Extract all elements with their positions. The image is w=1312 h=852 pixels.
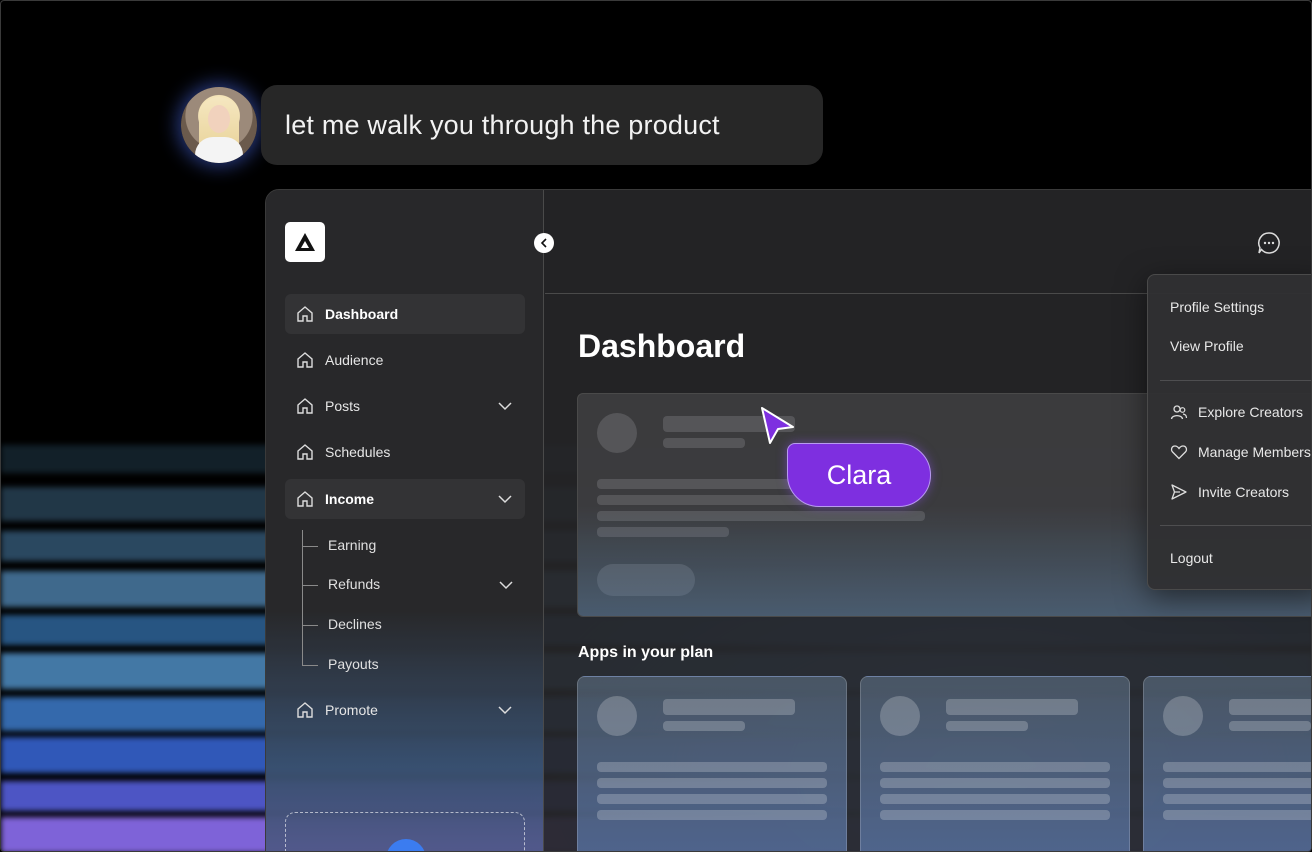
sidebar-subitem-declines[interactable]: Declines [328, 616, 382, 632]
chevron-down-icon[interactable] [497, 398, 513, 414]
menu-item-logout[interactable]: Logout [1170, 550, 1213, 566]
chevron-down-icon[interactable] [497, 702, 513, 718]
home-icon [295, 396, 315, 416]
sidebar-item-label: Income [325, 491, 375, 507]
income-tree-line [302, 530, 322, 666]
profile-menu: Profile Settings View Profile Explore Cr… [1147, 274, 1311, 590]
sidebar-item-promote[interactable]: Promote [285, 690, 525, 730]
speech-bubble: let me walk you through the product [261, 85, 823, 165]
presenter-avatar [181, 87, 257, 163]
menu-divider [1160, 525, 1311, 526]
app-card[interactable] [860, 676, 1130, 851]
users-icon [1170, 403, 1188, 421]
sidebar-subitem-refunds[interactable]: Refunds [328, 576, 380, 592]
sidebar-item-schedules[interactable]: Schedules [285, 432, 525, 472]
menu-divider [1160, 380, 1311, 381]
sidebar-item-dashboard[interactable]: Dashboard [285, 294, 525, 334]
menu-item-profile-settings[interactable]: Profile Settings [1170, 299, 1264, 315]
menu-item-view-profile[interactable]: View Profile [1170, 338, 1244, 354]
sidebar-subitem-earning[interactable]: Earning [328, 537, 376, 553]
send-icon [1170, 483, 1188, 501]
home-icon [295, 350, 315, 370]
sidebar-item-label: Schedules [325, 444, 391, 460]
page-title: Dashboard [578, 328, 746, 364]
sidebar-item-label: Posts [325, 398, 361, 414]
cursor-name-tag: Clara [787, 443, 931, 507]
app-card[interactable] [1143, 676, 1311, 851]
sidebar-item-label: Promote [325, 702, 378, 718]
menu-item-explore-creators[interactable]: Explore Creators [1170, 403, 1303, 421]
heart-icon [1170, 443, 1188, 461]
chat-bubble-icon[interactable] [1256, 230, 1282, 256]
sidebar-item-label: Audience [325, 352, 384, 368]
upload-dropzone[interactable] [285, 812, 525, 851]
chevron-left-icon[interactable] [534, 233, 554, 253]
chevron-down-icon[interactable] [498, 577, 514, 593]
sidebar: Dashboard Audience Posts Schedules Incom… [266, 190, 544, 851]
menu-item-manage-members[interactable]: Manage Members [1170, 443, 1311, 461]
home-icon [295, 700, 315, 720]
chevron-down-icon[interactable] [497, 491, 513, 507]
home-icon [295, 304, 315, 324]
speech-bubble-text: let me walk you through the product [285, 109, 720, 140]
cursor-name: Clara [826, 459, 892, 490]
cursor-pointer-icon [761, 407, 794, 444]
home-icon [295, 442, 315, 462]
home-icon [295, 489, 315, 509]
screen: let me walk you through the product Dash… [0, 0, 1312, 852]
menu-item-invite-creators[interactable]: Invite Creators [1170, 483, 1289, 501]
sidebar-item-income[interactable]: Income [285, 479, 525, 519]
upload-button[interactable] [386, 839, 426, 851]
sidebar-item-audience[interactable]: Audience [285, 340, 525, 380]
triangle-logo-icon[interactable] [285, 222, 325, 262]
sidebar-item-label: Dashboard [325, 306, 399, 322]
apps-section-title: Apps in your plan [578, 644, 714, 661]
sidebar-subitem-payouts[interactable]: Payouts [328, 656, 379, 672]
sidebar-item-posts[interactable]: Posts [285, 386, 525, 426]
app-card[interactable] [577, 676, 847, 851]
